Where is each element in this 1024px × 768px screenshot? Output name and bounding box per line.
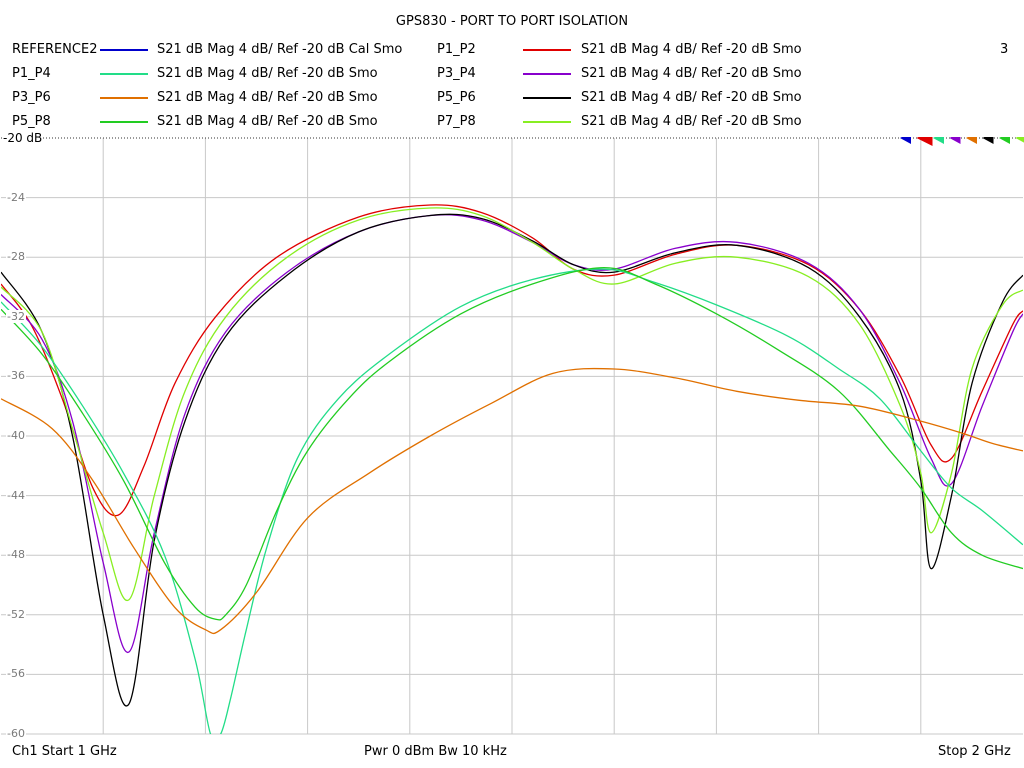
stop-frequency-label: Stop 2 GHz xyxy=(938,744,1011,759)
reference-level-label: -20 dB xyxy=(3,131,43,145)
legend-trace-name: P5_P6 xyxy=(437,90,476,105)
legend-row: P5_P8 S21 dB Mag 4 dB/ Ref -20 dB Smo P7… xyxy=(0,114,1024,134)
legend-trace-format: S21 dB Mag 4 dB/ Ref -20 dB Cal Smo xyxy=(157,42,403,57)
y-tick-label: -24 xyxy=(6,190,26,204)
legend-line-swatch xyxy=(100,73,148,75)
y-tick-label: -56 xyxy=(6,667,26,681)
legend-row: REFERENCE2 S21 dB Mag 4 dB/ Ref -20 dB C… xyxy=(0,42,1024,62)
legend-trace-format: S21 dB Mag 4 dB/ Ref -20 dB Smo xyxy=(581,42,802,57)
y-tick-label: -36 xyxy=(6,369,26,383)
reference-marker-icon xyxy=(982,137,994,144)
legend-row: P1_P4 S21 dB Mag 4 dB/ Ref -20 dB Smo P3… xyxy=(0,66,1024,86)
y-tick-label: -32 xyxy=(6,309,26,323)
legend-line-swatch xyxy=(523,49,571,51)
power-bandwidth-label: Pwr 0 dBm Bw 10 kHz xyxy=(364,744,507,759)
legend-trace-name: P1_P4 xyxy=(12,66,51,81)
legend-trace-name: P7_P8 xyxy=(437,114,476,129)
legend-trace-name: P1_P2 xyxy=(437,42,476,57)
reference-marker-icon xyxy=(933,137,944,144)
legend-row: P3_P6 S21 dB Mag 4 dB/ Ref -20 dB Smo P5… xyxy=(0,90,1024,110)
legend-trace-format: S21 dB Mag 4 dB/ Ref -20 dB Smo xyxy=(157,66,378,81)
reference-marker-icon xyxy=(999,137,1010,144)
legend-trace-name: P5_P8 xyxy=(12,114,51,129)
y-tick-label: -28 xyxy=(6,250,26,264)
start-frequency-label: Ch1 Start 1 GHz xyxy=(12,744,117,759)
reference-marker-icon xyxy=(1015,137,1024,143)
legend-trace-format: S21 dB Mag 4 dB/ Ref -20 dB Smo xyxy=(581,114,802,129)
legend-trace-name: REFERENCE2 xyxy=(12,42,98,57)
legend-trace-format: S21 dB Mag 4 dB/ Ref -20 dB Smo xyxy=(581,66,802,81)
legend-line-swatch xyxy=(100,97,148,99)
y-tick-label: -48 xyxy=(6,548,26,562)
legend-trace-format: S21 dB Mag 4 dB/ Ref -20 dB Smo xyxy=(581,90,802,105)
legend-line-swatch xyxy=(523,121,571,123)
reference-marker-icon xyxy=(900,137,911,144)
y-tick-label: -60 xyxy=(6,727,26,740)
legend-line-swatch xyxy=(100,49,148,51)
legend-line-swatch xyxy=(100,121,148,123)
legend-line-swatch xyxy=(523,97,571,99)
y-tick-label: -52 xyxy=(6,607,26,621)
reference-marker-icon xyxy=(916,137,933,146)
chart-title: GPS830 - PORT TO PORT ISOLATION xyxy=(395,14,629,29)
legend-trace-name: P3_P6 xyxy=(12,90,51,105)
y-tick-label: -40 xyxy=(6,429,26,442)
reference-marker-icon xyxy=(966,137,977,144)
channel-number: 3 xyxy=(1000,42,1009,57)
y-tick-label: -44 xyxy=(6,488,26,502)
plot-area[interactable] xyxy=(0,137,1024,735)
legend-line-swatch xyxy=(523,73,571,75)
reference-marker-icon xyxy=(949,137,961,144)
legend-trace-format: S21 dB Mag 4 dB/ Ref -20 dB Smo xyxy=(157,90,378,105)
legend-trace-format: S21 dB Mag 4 dB/ Ref -20 dB Smo xyxy=(157,114,378,129)
legend-trace-name: P3_P4 xyxy=(437,66,476,81)
